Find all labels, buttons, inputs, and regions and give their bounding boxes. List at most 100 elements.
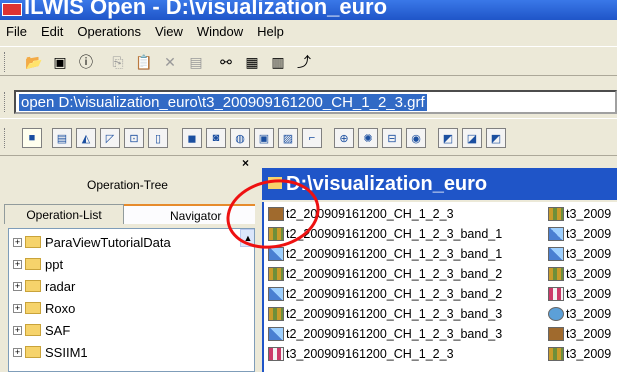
folder-icon (25, 302, 41, 314)
graph-icon[interactable]: ▨ (278, 128, 298, 148)
expand-icon[interactable]: + (13, 237, 22, 247)
list-item[interactable]: t3_2009 (548, 224, 611, 244)
open-folder-icon[interactable]: 📂 (24, 53, 44, 71)
folder-icon (25, 346, 41, 358)
menu-window[interactable]: Window (197, 24, 243, 39)
file-name: t3_2009 (566, 247, 612, 261)
up-folder-icon[interactable]: ⤴ (294, 53, 314, 71)
expand-icon[interactable]: + (13, 303, 22, 313)
map-list-icon (268, 347, 284, 361)
file-name: t2_200909161200_CH_1_2_3_band_3 (286, 307, 503, 321)
list-item[interactable]: t2_200909161200_CH_1_2_3_band_2 (268, 284, 502, 304)
list-item[interactable]: t3_2009 (548, 204, 611, 224)
tree-item[interactable]: + ppt (9, 253, 63, 275)
tab-operation-list[interactable]: Operation-List (4, 204, 124, 224)
sample-set-icon[interactable]: ◩ (438, 128, 458, 148)
menu-help[interactable]: Help (257, 24, 284, 39)
details-view-icon[interactable]: ▥ (268, 53, 288, 71)
list-item[interactable]: t3_2009 (548, 244, 611, 264)
table-icon[interactable]: ▯ (148, 128, 168, 148)
map-list-icon[interactable]: ◼ (182, 128, 202, 148)
link-icon[interactable]: ⚯ (216, 53, 236, 71)
list-item[interactable]: t3_2009 (548, 304, 611, 324)
list-item[interactable]: t3_2009 (548, 344, 611, 364)
tree-item-label: radar (45, 278, 76, 294)
list-item[interactable]: t2_200909161200_CH_1_2_3_band_3 (268, 304, 502, 324)
tree-item-label: SSIIM1 (45, 344, 88, 360)
tab-navigator[interactable]: Navigator (124, 204, 255, 224)
list-item[interactable]: t2_200909161200_CH_1_2_3_band_2 (268, 264, 502, 284)
menu-edit[interactable]: Edit (41, 24, 63, 39)
segment-map-icon[interactable]: ◸ (100, 128, 120, 148)
list-item[interactable]: t2_200909161200_CH_1_2_3_band_3 (268, 324, 502, 344)
list-item[interactable]: t3_2009 (548, 324, 611, 344)
raster-map-icon[interactable]: ▤ (52, 128, 72, 148)
expand-icon[interactable]: + (13, 259, 22, 269)
list-view-icon[interactable]: ▦ (242, 53, 262, 71)
expand-icon[interactable]: + (13, 325, 22, 335)
toolbar-grip[interactable] (4, 52, 7, 72)
command-line-grip[interactable] (4, 92, 7, 112)
file-name: t3_2009 (566, 307, 612, 321)
paste-icon[interactable]: 📋 (134, 53, 154, 71)
map-icon[interactable]: ▣ (50, 53, 70, 71)
file-name: t2_200909161200_CH_1_2_3_band_1 (286, 247, 503, 261)
expand-icon[interactable]: + (13, 347, 22, 357)
tree-item[interactable]: + Roxo (9, 297, 75, 319)
georeference-icon[interactable]: ⊟ (382, 128, 402, 148)
ilwis-object-icon[interactable]: ■ (22, 128, 42, 148)
list-item[interactable]: t2_200909161200_CH_1_2_3 (268, 204, 454, 224)
copy-icon[interactable]: ⎘ (108, 53, 128, 71)
delete-icon[interactable]: ✕ (160, 53, 180, 71)
two-dim-table-icon[interactable]: ◪ (462, 128, 482, 148)
file-name: t3_2009 (566, 207, 612, 221)
navigator-pane: × Operation-Tree Operation-List Navigato… (0, 156, 255, 372)
list-item[interactable]: t3_200909161200_CH_1_2_3 (268, 344, 454, 364)
command-line-input[interactable]: open D:\visualization_euro\t3_2009091612… (14, 90, 617, 114)
folder-tree: + ParaViewTutorialData + ppt + radar + Roxo … (8, 228, 255, 372)
domain-icon (548, 307, 564, 321)
representation-icon[interactable]: ✺ (358, 128, 378, 148)
tree-item[interactable]: + SSIIM1 (9, 341, 88, 363)
standard-toolbar: 📂 ▣ ⓘ ⎘ 📋 ✕ ▤ ⚯ ▦ ▥ ⤴ (0, 46, 617, 76)
list-item[interactable]: t3_2009 (548, 284, 611, 304)
file-name: t3_2009 (566, 347, 612, 361)
chart-icon[interactable]: ⌐ (302, 128, 322, 148)
command-line-row: open D:\visualization_euro\t3_2009091612… (0, 84, 617, 118)
list-item[interactable]: t2_200909161200_CH_1_2_3_band_1 (268, 224, 502, 244)
menu-bar: File Edit Operations View Window Help (0, 20, 617, 42)
folder-icon (25, 324, 41, 336)
file-list: t2_200909161200_CH_1_2_3 t2_200909161200… (262, 202, 617, 372)
folder-icon (25, 258, 41, 270)
tree-item[interactable]: + SAF (9, 319, 70, 341)
domain-icon[interactable]: ⊕ (334, 128, 354, 148)
menu-view[interactable]: View (155, 24, 183, 39)
raster-map-icon (548, 247, 564, 261)
polygon-map-icon[interactable]: ◭ (76, 128, 96, 148)
map-list-icon (548, 347, 564, 361)
matrix-icon[interactable]: ◩ (486, 128, 506, 148)
layout-icon[interactable]: ◍ (230, 128, 250, 148)
list-item[interactable]: t2_200909161200_CH_1_2_3_band_1 (268, 244, 502, 264)
map-view-icon[interactable]: ◙ (206, 128, 226, 148)
menu-operations[interactable]: Operations (77, 24, 141, 39)
point-map-icon[interactable]: ⊡ (124, 128, 144, 148)
tree-item[interactable]: + ParaViewTutorialData (9, 231, 171, 253)
tree-item[interactable]: + radar (9, 275, 75, 297)
coordinate-system-icon[interactable]: ◉ (406, 128, 426, 148)
menu-file[interactable]: File (6, 24, 27, 39)
title-bar: ILWIS Open - D:\visualization_euro (0, 0, 617, 20)
file-name: t3_2009 (566, 227, 612, 241)
properties-icon[interactable]: ▤ (186, 53, 206, 71)
operation-tree-header[interactable]: Operation-Tree (0, 168, 255, 194)
annotation-icon[interactable]: ▣ (254, 128, 274, 148)
tree-item-label: ppt (45, 256, 64, 272)
scroll-up-button[interactable]: ▲ (240, 229, 254, 247)
list-item[interactable]: t3_2009 (548, 264, 611, 284)
object-toolbar-grip[interactable] (4, 128, 7, 148)
map-view-icon (548, 327, 564, 341)
expand-icon[interactable]: + (13, 281, 22, 291)
catalog-title: D:\visualization_euro (286, 173, 488, 195)
folder-icon (268, 177, 282, 189)
info-icon[interactable]: ⓘ (76, 53, 96, 71)
